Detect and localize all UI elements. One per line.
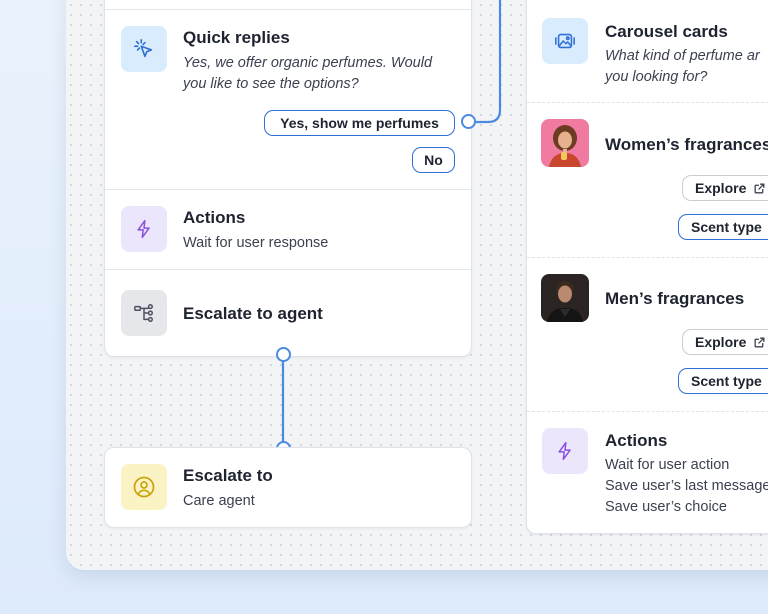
left-flow-card[interactable]: Quick replies Yes, we offer organic perf… [104,0,472,357]
right-action-line-1: Wait for user action [605,457,730,473]
external-link-icon [753,336,766,349]
image-gallery-icon [542,18,588,64]
escalate-out-port[interactable] [276,347,291,362]
women-scent-type-chip[interactable]: Scent type [678,214,768,240]
men-explore-button[interactable]: Explore [682,329,768,355]
escalate-agent-title: Escalate to agent [183,304,323,323]
cursor-click-icon [121,26,167,72]
carousel-text-line1: What kind of perfume ar [605,48,760,64]
flow-branch-icon [121,290,167,336]
quick-replies-text-line2: you like to see the options? [183,76,359,92]
reply-option-no[interactable]: No [412,147,455,173]
women-explore-button[interactable]: Explore [682,175,768,201]
escalate-node-card[interactable]: Escalate to Care agent [104,447,472,528]
right-actions-title: Actions [605,431,668,450]
quick-replies-text-line1: Yes, we offer organic perfumes. Would [183,55,433,71]
woman-portrait-photo [541,119,589,167]
right-flow-card[interactable]: Carousel cards What kind of perfume ar y… [526,0,768,534]
actions-title: Actions [183,208,246,227]
carousel-title: Carousel cards [605,22,728,41]
reply-option-yes[interactable]: Yes, show me perfumes [264,110,455,136]
lightning-icon [542,428,588,474]
external-link-icon [753,182,766,195]
quick-reply-port[interactable] [461,114,476,129]
right-action-line-3: Save user’s choice [605,499,727,515]
men-scent-type-chip[interactable]: Scent type [678,368,768,394]
escalate-to-title: Escalate to [183,466,273,485]
user-circle-icon [121,464,167,510]
right-action-line-2: Save user’s last message [605,478,768,494]
men-explore-label: Explore [695,334,747,350]
escalate-to-text: Care agent [183,493,255,509]
actions-text: Wait for user response [183,235,329,251]
lightning-icon [121,206,167,252]
men-fragrances-title: Men’s fragrances [605,289,745,308]
women-fragrances-title: Women’s fragrances [605,135,768,154]
women-explore-label: Explore [695,180,747,196]
man-portrait-photo [541,274,589,322]
carousel-text-line2: you looking for? [605,69,708,85]
quick-replies-title: Quick replies [183,28,290,47]
